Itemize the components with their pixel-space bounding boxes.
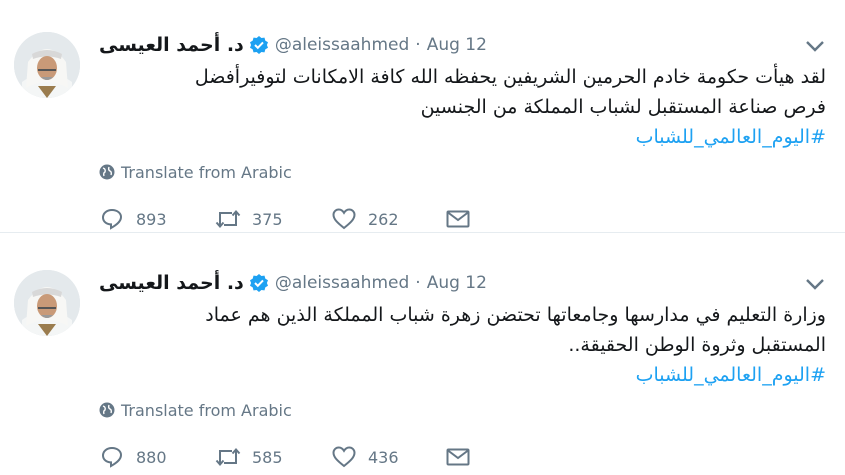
direct-message-button[interactable] <box>445 205 471 233</box>
chevron-down-icon[interactable] <box>803 37 827 55</box>
translate-link[interactable]: Translate from Arabic <box>99 399 292 421</box>
heart-icon <box>331 445 357 469</box>
like-count: 436 <box>368 447 399 467</box>
like-count: 262 <box>368 209 399 229</box>
reply-icon <box>99 445 125 469</box>
tweet-date[interactable]: Aug 12 <box>427 273 487 293</box>
author-name[interactable]: د. أحمد العيسى <box>99 34 244 56</box>
hashtag-link[interactable]: #اليوم_العالمي_للشباب <box>99 122 826 152</box>
chevron-down-icon[interactable] <box>803 275 827 293</box>
retweet-button[interactable]: 585 <box>215 443 283 471</box>
translate-label: Translate from Arabic <box>121 162 292 182</box>
translate-label: Translate from Arabic <box>121 400 292 420</box>
tweet-header: د. أحمد العيسى @aleissaahmed · Aug 12 <box>99 269 487 297</box>
retweet-count: 585 <box>252 447 283 467</box>
tweet-text: وزارة التعليم في مدارسها وجامعاتها تحتضن… <box>99 300 826 390</box>
author-name[interactable]: د. أحمد العيسى <box>99 272 244 294</box>
reply-count: 880 <box>136 447 167 467</box>
tweet-actions: 893 375 262 <box>99 205 499 233</box>
direct-message-button[interactable] <box>445 443 471 471</box>
translate-link[interactable]: Translate from Arabic <box>99 161 292 183</box>
retweet-icon <box>215 207 241 231</box>
tweet-text-line: وزارة التعليم في مدارسها وجامعاتها تحتضن… <box>205 304 826 326</box>
envelope-icon <box>445 207 471 231</box>
tweet-feed: د. أحمد العيسى @aleissaahmed · Aug 12 لق… <box>0 0 845 475</box>
separator-dot: · <box>415 35 421 55</box>
retweet-count: 375 <box>252 209 283 229</box>
tweet-actions: 880 585 436 <box>99 443 499 471</box>
globe-icon <box>99 402 115 418</box>
hashtag-link[interactable]: #اليوم_العالمي_للشباب <box>99 360 826 390</box>
verified-badge-icon <box>249 35 269 55</box>
tweet-text-line: فرص صناعة المستقبل لشباب المملكة من الجن… <box>420 96 826 118</box>
tweet-text-line: لقد هيأت حكومة خادم الحرمين الشريفين يحف… <box>194 66 826 88</box>
like-button[interactable]: 436 <box>331 443 399 471</box>
reply-button[interactable]: 880 <box>99 443 167 471</box>
reply-count: 893 <box>136 209 167 229</box>
avatar[interactable] <box>14 32 80 98</box>
tweet-text: لقد هيأت حكومة خادم الحرمين الشريفين يحف… <box>99 62 826 152</box>
author-handle[interactable]: @aleissaahmed <box>275 273 409 293</box>
envelope-icon <box>445 445 471 469</box>
tweet-text-line: المستقبل وثروة الوطن الحقيقة.. <box>568 334 826 356</box>
verified-badge-icon <box>249 273 269 293</box>
tweet[interactable]: د. أحمد العيسى @aleissaahmed · Aug 12 وز… <box>0 238 845 470</box>
tweet-date[interactable]: Aug 12 <box>427 35 487 55</box>
tweet[interactable]: د. أحمد العيسى @aleissaahmed · Aug 12 لق… <box>0 0 845 233</box>
reply-icon <box>99 207 125 231</box>
retweet-icon <box>215 445 241 469</box>
like-button[interactable]: 262 <box>331 205 399 233</box>
retweet-button[interactable]: 375 <box>215 205 283 233</box>
heart-icon <box>331 207 357 231</box>
avatar[interactable] <box>14 270 80 336</box>
globe-icon <box>99 164 115 180</box>
separator-dot: · <box>415 273 421 293</box>
tweet-header: د. أحمد العيسى @aleissaahmed · Aug 12 <box>99 31 487 59</box>
reply-button[interactable]: 893 <box>99 205 167 233</box>
author-handle[interactable]: @aleissaahmed <box>275 35 409 55</box>
